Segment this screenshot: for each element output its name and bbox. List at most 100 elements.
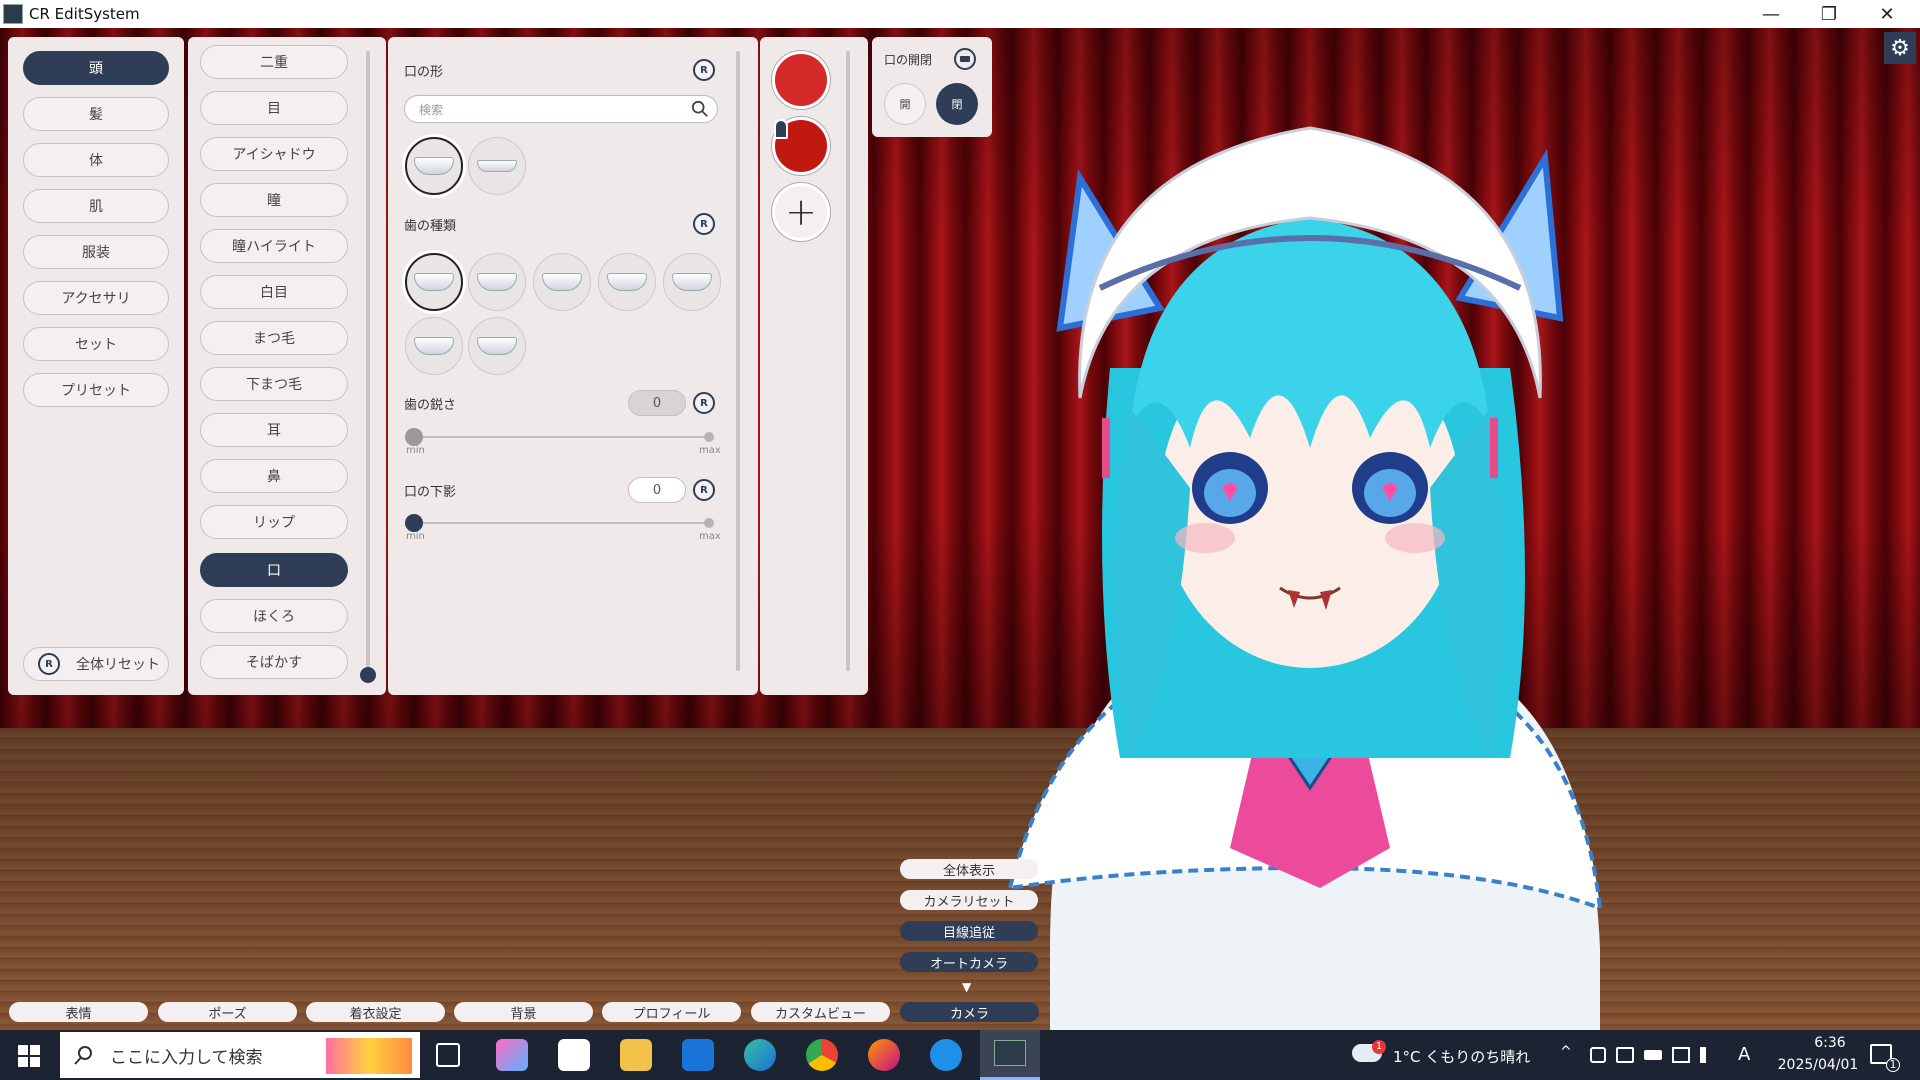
full-reset-button[interactable]: R 全体リセット <box>23 647 169 681</box>
color-swatch-1[interactable] <box>772 51 830 109</box>
part-ear[interactable]: 耳 <box>200 413 348 447</box>
skype-icon[interactable] <box>930 1039 962 1071</box>
tab-camera[interactable]: カメラ <box>900 1002 1039 1022</box>
part-lower-eyelashes[interactable]: 下まつ毛 <box>200 367 348 401</box>
mouth-shape-thumbnail <box>414 157 454 175</box>
tab-clothing-settings[interactable]: 着衣設定 <box>306 1002 445 1022</box>
task-view-icon[interactable] <box>436 1043 460 1067</box>
teeth-sharpness-knob[interactable] <box>405 428 423 446</box>
detail-scrollbar[interactable] <box>736 51 740 671</box>
part-mouth[interactable]: 口 <box>200 553 348 587</box>
part-lip[interactable]: リップ <box>200 505 348 539</box>
volume-icon[interactable] <box>1700 1047 1716 1063</box>
tray-chevron-icon[interactable]: ^ <box>1560 1044 1572 1060</box>
search-icon <box>74 1046 92 1065</box>
close-button[interactable]: ✕ <box>1858 0 1916 28</box>
teeth-option-7[interactable] <box>468 317 526 375</box>
mouth-shape-option-1[interactable] <box>405 137 463 195</box>
part-pupil-highlight[interactable]: 瞳ハイライト <box>200 229 348 263</box>
mouth-shadow-slider[interactable] <box>414 522 714 524</box>
mouth-shape-search-input[interactable]: 検索 <box>404 95 718 123</box>
teeth-option-3[interactable] <box>533 253 591 311</box>
category-hair[interactable]: 髪 <box>23 97 169 131</box>
file-explorer-icon[interactable] <box>620 1039 652 1071</box>
teeth-sharpness-slider[interactable] <box>414 436 714 438</box>
part-double-eyelid[interactable]: 二重 <box>200 45 348 79</box>
category-body[interactable]: 体 <box>23 143 169 177</box>
store-icon[interactable] <box>558 1039 590 1071</box>
color-scrollbar[interactable] <box>846 51 850 671</box>
minimize-button[interactable]: — <box>1742 0 1800 28</box>
mouth-close-button[interactable]: 閉 <box>936 83 978 125</box>
part-nose[interactable]: 鼻 <box>200 459 348 493</box>
part-eyeshadow[interactable]: アイシャドウ <box>200 137 348 171</box>
parts-scroll-thumb[interactable] <box>360 667 376 683</box>
clock-time[interactable]: 6:36 <box>1792 1035 1868 1051</box>
tab-pose[interactable]: ポーズ <box>158 1002 297 1022</box>
settings-gear-icon[interactable]: ⚙ <box>1884 32 1916 64</box>
mouth-toggle-icon[interactable] <box>954 48 976 70</box>
tab-background[interactable]: 背景 <box>454 1002 593 1022</box>
search-icon <box>691 100 708 117</box>
add-color-button[interactable]: + <box>772 183 830 241</box>
category-set[interactable]: セット <box>23 327 169 361</box>
category-head[interactable]: 頭 <box>23 51 169 85</box>
teeth-option-1[interactable] <box>405 253 463 311</box>
ime-indicator[interactable]: A <box>1738 1044 1750 1065</box>
teeth-thumbnail <box>414 337 454 355</box>
category-skin[interactable]: 肌 <box>23 189 169 223</box>
edge-icon[interactable] <box>744 1039 776 1071</box>
weather-text[interactable]: 1°C くもりのち晴れ <box>1393 1046 1530 1067</box>
teeth-option-2[interactable] <box>468 253 526 311</box>
teeth-option-6[interactable] <box>405 317 463 375</box>
camera-gaze-follow[interactable]: 目線追従 <box>900 921 1038 941</box>
taskbar-search-input[interactable]: ここに入力して検索 <box>60 1032 420 1078</box>
network-icon[interactable] <box>1672 1047 1690 1063</box>
mouth-shape-option-2[interactable] <box>468 137 526 195</box>
meet-icon[interactable] <box>1590 1047 1606 1063</box>
teeth-option-4[interactable] <box>598 253 656 311</box>
copilot-icon[interactable] <box>496 1039 528 1071</box>
part-eyelashes[interactable]: まつ毛 <box>200 321 348 355</box>
mouth-open-title: 口の開閉 <box>884 53 933 67</box>
chrome-icon[interactable] <box>806 1039 838 1071</box>
windows-start-icon[interactable] <box>18 1045 40 1067</box>
battery-icon[interactable] <box>1644 1050 1662 1060</box>
mouth-open-button[interactable]: 開 <box>884 83 926 125</box>
detail-panel: 口の形 R 検索 歯の種類 R 歯の鋭さ 0 R min max 口の下影 0 … <box>388 37 758 695</box>
app-icon <box>994 1040 1026 1066</box>
part-pupil[interactable]: 瞳 <box>200 183 348 217</box>
part-freckles[interactable]: そばかす <box>200 645 348 679</box>
category-preset[interactable]: プリセット <box>23 373 169 407</box>
clock-date[interactable]: 2025/04/01 <box>1768 1057 1868 1073</box>
teeth-thumbnail <box>477 337 517 355</box>
mouth-shape-reset-icon[interactable]: R <box>693 59 715 81</box>
firefox-icon[interactable] <box>868 1039 900 1071</box>
part-eye[interactable]: 目 <box>200 91 348 125</box>
teeth-type-reset-icon[interactable]: R <box>693 213 715 235</box>
maximize-button[interactable]: ❐ <box>1800 0 1858 28</box>
outlook-icon[interactable] <box>682 1039 714 1071</box>
mouth-shadow-value[interactable]: 0 <box>628 477 686 503</box>
teeth-sharpness-reset-icon[interactable]: R <box>693 392 715 414</box>
parts-scrollbar[interactable] <box>366 51 370 671</box>
mouth-shadow-reset-icon[interactable]: R <box>693 479 715 501</box>
character-model[interactable] <box>990 68 1630 1030</box>
device-icon[interactable] <box>1616 1047 1634 1063</box>
category-clothing[interactable]: 服装 <box>23 235 169 269</box>
person-icon <box>774 119 788 139</box>
active-app-tab[interactable] <box>980 1030 1040 1080</box>
camera-reset[interactable]: カメラリセット <box>900 890 1038 910</box>
tab-custom-view[interactable]: カスタムビュー <box>751 1002 890 1022</box>
teeth-option-5[interactable] <box>663 253 721 311</box>
category-accessory[interactable]: アクセサリ <box>23 281 169 315</box>
camera-full-view[interactable]: 全体表示 <box>900 859 1038 879</box>
teeth-thumbnail <box>672 273 712 291</box>
part-mole[interactable]: ほくろ <box>200 599 348 633</box>
part-eye-white[interactable]: 白目 <box>200 275 348 309</box>
teeth-sharpness-value[interactable]: 0 <box>628 390 686 416</box>
mouth-shadow-knob[interactable] <box>405 514 423 532</box>
camera-auto[interactable]: オートカメラ <box>900 952 1038 972</box>
tab-profile[interactable]: プロフィール <box>602 1002 741 1022</box>
tab-expression[interactable]: 表情 <box>9 1002 148 1022</box>
